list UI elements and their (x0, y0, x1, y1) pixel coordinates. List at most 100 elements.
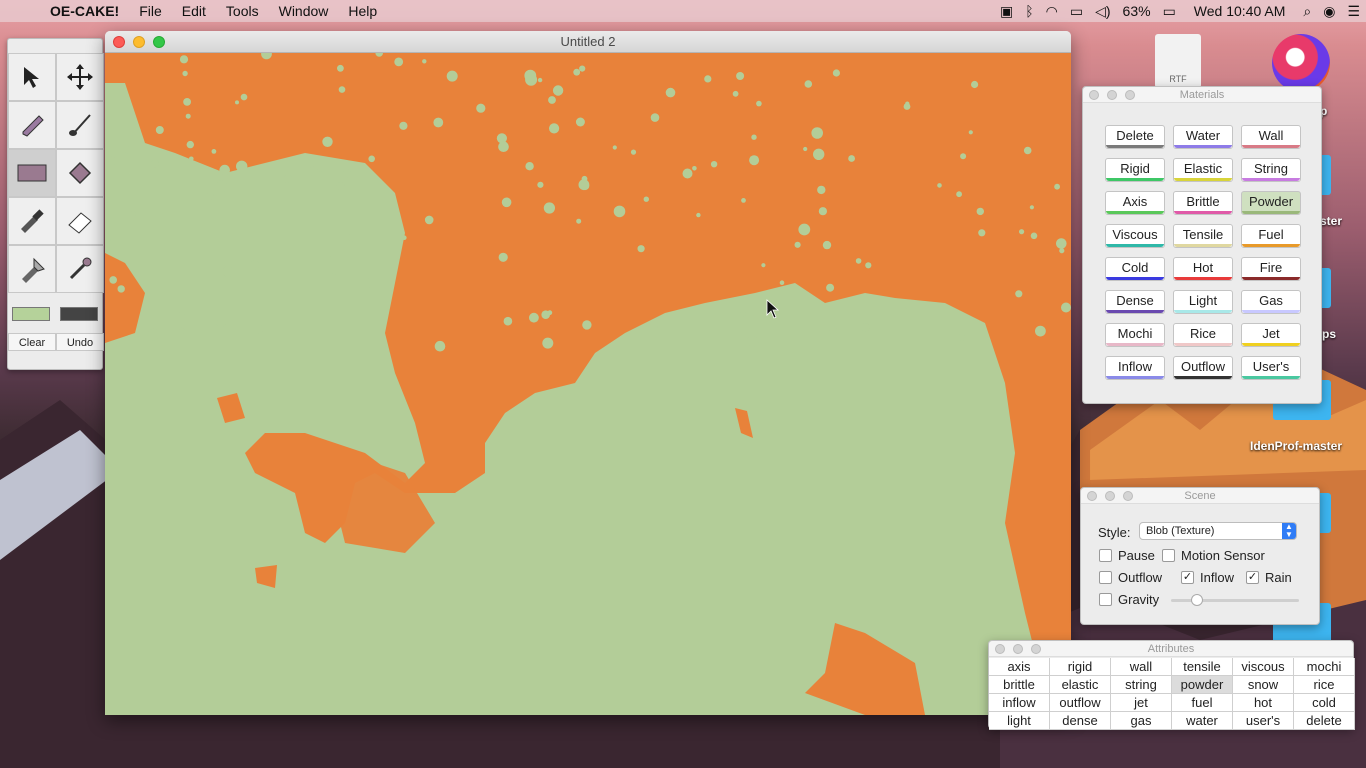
secondary-color-swatch[interactable] (60, 307, 98, 321)
attribute-cell-rice[interactable]: rice (1294, 676, 1355, 694)
style-select[interactable]: Blob (Texture) ▲ ▼ (1139, 522, 1297, 540)
attribute-cell-wall[interactable]: wall (1111, 658, 1172, 676)
battery-icon[interactable]: ▭ (1157, 3, 1182, 20)
pause-checkbox[interactable] (1099, 549, 1112, 562)
material-button-fuel[interactable]: Fuel (1241, 224, 1301, 248)
search-icon[interactable]: ⌕ (1297, 3, 1317, 20)
primary-color-swatch[interactable] (12, 307, 50, 321)
brush-icon[interactable] (56, 101, 104, 149)
attribute-cell-powder[interactable]: powder (1172, 676, 1233, 694)
battery-percent[interactable]: 63% (1117, 3, 1157, 19)
zoom-icon[interactable] (1125, 90, 1135, 100)
airplay-icon[interactable]: ▭ (1064, 3, 1089, 20)
material-button-hot[interactable]: Hot (1173, 257, 1233, 281)
material-button-users[interactable]: User's (1241, 356, 1301, 380)
material-button-axis[interactable]: Axis (1105, 191, 1165, 215)
gravity-row[interactable]: Gravity (1099, 592, 1159, 607)
menu-window[interactable]: Window (269, 3, 339, 19)
zoom-icon[interactable] (1123, 491, 1133, 501)
siri-icon[interactable]: ◉ (1317, 3, 1341, 20)
material-button-elastic[interactable]: Elastic (1173, 158, 1233, 182)
menu-help[interactable]: Help (338, 3, 387, 19)
material-button-rice[interactable]: Rice (1173, 323, 1233, 347)
material-button-fire[interactable]: Fire (1241, 257, 1301, 281)
attribute-cell-mochi[interactable]: mochi (1294, 658, 1355, 676)
close-icon[interactable] (995, 644, 1005, 654)
material-button-wall[interactable]: Wall (1241, 125, 1301, 149)
paint-bucket-icon[interactable] (56, 149, 104, 197)
attribute-cell-light[interactable]: light (989, 712, 1050, 730)
notification-center-icon[interactable]: ☰ (1341, 3, 1366, 20)
app-logo-icon[interactable] (1272, 34, 1330, 92)
wifi-icon[interactable]: ◠ (1040, 3, 1064, 20)
scene-titlebar[interactable]: Scene (1081, 488, 1319, 504)
flashlight-icon[interactable] (8, 245, 56, 293)
material-button-gas[interactable]: Gas (1241, 290, 1301, 314)
material-button-jet[interactable]: Jet (1241, 323, 1301, 347)
material-button-light[interactable]: Light (1173, 290, 1233, 314)
attribute-cell-viscous[interactable]: viscous (1233, 658, 1294, 676)
gravity-checkbox[interactable] (1099, 593, 1112, 606)
rectangle-icon[interactable] (8, 149, 56, 197)
minimize-icon[interactable] (1105, 491, 1115, 501)
box-icon[interactable]: ▣ (994, 3, 1019, 20)
material-button-dense[interactable]: Dense (1105, 290, 1165, 314)
attribute-cell-rigid[interactable]: rigid (1050, 658, 1111, 676)
material-button-powder[interactable]: Powder (1241, 191, 1301, 215)
zoom-icon[interactable] (1031, 644, 1041, 654)
attribute-cell-fuel[interactable]: fuel (1172, 694, 1233, 712)
inflow-row[interactable]: ✓ Inflow (1181, 570, 1234, 585)
gravity-slider[interactable] (1171, 594, 1299, 606)
close-icon[interactable] (1087, 491, 1097, 501)
attribute-cell-water[interactable]: water (1172, 712, 1233, 730)
outflow-row[interactable]: Outflow (1099, 570, 1162, 585)
window-titlebar[interactable]: Untitled 2 (105, 31, 1071, 53)
zoom-icon[interactable] (153, 36, 165, 48)
desktop-label[interactable]: ster (1320, 214, 1342, 228)
desktop-label[interactable]: ps (1322, 327, 1336, 341)
attribute-cell-axis[interactable]: axis (989, 658, 1050, 676)
eraser-icon[interactable] (56, 197, 104, 245)
material-button-rigid[interactable]: Rigid (1105, 158, 1165, 182)
undo-button[interactable]: Undo (56, 333, 104, 351)
attribute-cell-outflow[interactable]: outflow (1050, 694, 1111, 712)
material-button-delete[interactable]: Delete (1105, 125, 1165, 149)
motion-sensor-checkbox[interactable] (1162, 549, 1175, 562)
rtf-file-icon[interactable]: RTF (1155, 34, 1201, 88)
bluetooth-icon[interactable]: ᛒ (1019, 3, 1039, 19)
knife-icon[interactable] (8, 197, 56, 245)
move-icon[interactable] (56, 53, 104, 101)
material-button-viscous[interactable]: Viscous (1105, 224, 1165, 248)
materials-titlebar[interactable]: Materials (1083, 87, 1321, 103)
motion-sensor-row[interactable]: Motion Sensor (1162, 548, 1265, 563)
minimize-icon[interactable] (1107, 90, 1117, 100)
attribute-cell-snow[interactable]: snow (1233, 676, 1294, 694)
material-button-cold[interactable]: Cold (1105, 257, 1165, 281)
attribute-cell-elastic[interactable]: elastic (1050, 676, 1111, 694)
pencil-icon[interactable] (8, 101, 56, 149)
attribute-cell-inflow[interactable]: inflow (989, 694, 1050, 712)
material-button-water[interactable]: Water (1173, 125, 1233, 149)
rain-row[interactable]: ✓ Rain (1246, 570, 1292, 585)
attribute-cell-gas[interactable]: gas (1111, 712, 1172, 730)
close-icon[interactable] (113, 36, 125, 48)
inflow-checkbox[interactable]: ✓ (1181, 571, 1194, 584)
material-button-outflow[interactable]: Outflow (1173, 356, 1233, 380)
volume-icon[interactable]: ◁) (1089, 3, 1116, 20)
attribute-cell-delete[interactable]: delete (1294, 712, 1355, 730)
outflow-checkbox[interactable] (1099, 571, 1112, 584)
attribute-cell-hot[interactable]: hot (1233, 694, 1294, 712)
material-button-tensile[interactable]: Tensile (1173, 224, 1233, 248)
attribute-cell-users[interactable]: user's (1233, 712, 1294, 730)
menu-file[interactable]: File (129, 3, 172, 19)
attribute-cell-dense[interactable]: dense (1050, 712, 1111, 730)
clear-button[interactable]: Clear (8, 333, 56, 351)
material-button-brittle[interactable]: Brittle (1173, 191, 1233, 215)
pause-row[interactable]: Pause (1099, 548, 1155, 563)
gravity-slider-knob[interactable] (1190, 594, 1203, 606)
attributes-titlebar[interactable]: Attributes (989, 641, 1353, 657)
minimize-icon[interactable] (133, 36, 145, 48)
menu-tools[interactable]: Tools (216, 3, 269, 19)
rain-checkbox[interactable]: ✓ (1246, 571, 1259, 584)
attribute-cell-cold[interactable]: cold (1294, 694, 1355, 712)
